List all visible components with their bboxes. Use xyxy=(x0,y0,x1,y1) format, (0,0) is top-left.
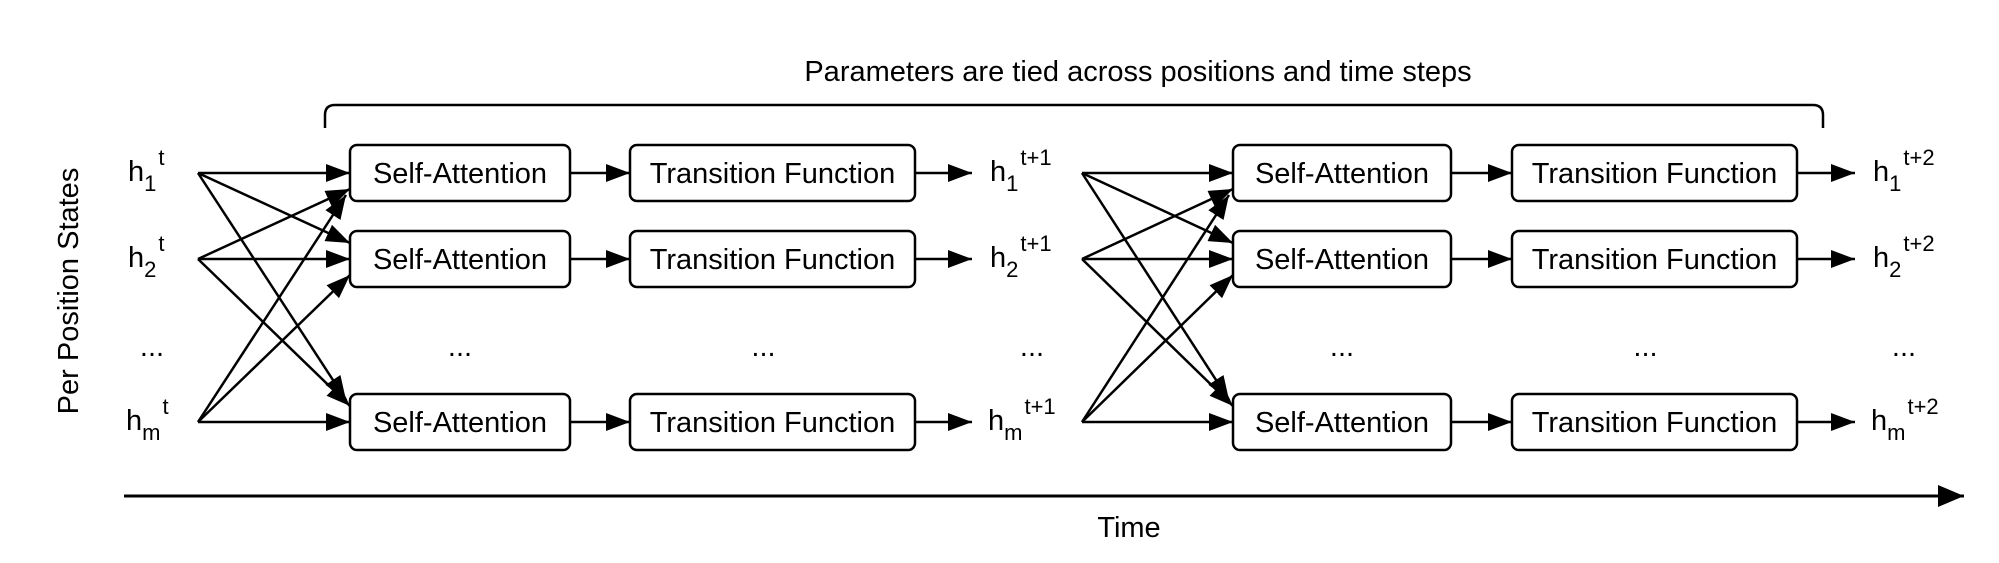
transition-function-label: Transition Function xyxy=(1532,407,1778,439)
self-attention-label: Self-Attention xyxy=(373,158,547,190)
state-base: h xyxy=(988,405,1004,437)
state-base: h xyxy=(126,405,142,437)
state-superscript: t+2 xyxy=(1903,231,1934,256)
universal-transformer-diagram: Parameters are tied across positions and… xyxy=(53,56,1964,544)
self-attention-label: Self-Attention xyxy=(1255,407,1429,439)
self-attention-block: Self-Attention xyxy=(348,229,572,289)
state-hm-tplus1: hmt+1 xyxy=(988,394,1056,445)
state-label: h1t xyxy=(128,145,165,196)
attention-edge-r3-to-r2 xyxy=(197,274,351,423)
x-axis-label: Time xyxy=(1097,512,1160,544)
attention-edge-r2-to-r3 xyxy=(197,258,351,407)
state-superscript: t+1 xyxy=(1020,231,1051,256)
state-superscript: t+2 xyxy=(1907,394,1938,419)
state-subscript: 2 xyxy=(1889,257,1901,282)
state-ellipsis: ... xyxy=(1892,331,1916,363)
state-base: h xyxy=(1871,405,1887,437)
state-hm-tplus2: hmt+2 xyxy=(1871,394,1939,445)
attention-edge-r3-to-r1 xyxy=(196,194,348,423)
state-superscript: t xyxy=(158,145,164,170)
self-attention-block: Self-Attention xyxy=(348,392,572,452)
state-label: h2t xyxy=(128,231,165,282)
self-attention-label: Self-Attention xyxy=(1255,244,1429,276)
state-base: h xyxy=(128,156,144,188)
state-superscript: t xyxy=(158,231,164,256)
state-subscript: m xyxy=(142,420,160,445)
state-h1-tplus1: h1t+1 xyxy=(990,145,1052,196)
transition-function-block: Transition Function xyxy=(1510,392,1799,452)
self-attention-block: Self-Attention xyxy=(1231,392,1453,452)
transition-function-block: Transition Function xyxy=(628,392,917,452)
state-subscript: 1 xyxy=(1006,171,1018,196)
transition-function-block: Transition Function xyxy=(628,229,917,289)
transition-function-block: Transition Function xyxy=(1510,229,1799,289)
attention-edge-r3-to-r2 xyxy=(1081,274,1234,423)
transition-function-block: Transition Function xyxy=(628,143,917,203)
diagram-title: Parameters are tied across positions and… xyxy=(804,56,1471,88)
self-attention-block: Self-Attention xyxy=(348,143,572,203)
state-label: h1t+2 xyxy=(1873,145,1935,196)
attention-edge-r3-to-r1 xyxy=(1080,194,1231,423)
transition-ellipsis: ... xyxy=(1633,331,1657,363)
transition-function-label: Transition Function xyxy=(650,158,896,190)
state-ellipsis: ... xyxy=(140,331,164,363)
state-label: h2t+2 xyxy=(1873,231,1935,282)
state-superscript: t+1 xyxy=(1024,394,1055,419)
transition-function-label: Transition Function xyxy=(1532,244,1778,276)
state-label: hmt+1 xyxy=(988,394,1056,445)
state-base: h xyxy=(1873,242,1889,274)
transition-function-label: Transition Function xyxy=(650,244,896,276)
transition-function-block: Transition Function xyxy=(1510,143,1799,203)
blocks-layer: Self-Attention Transition Function Self-At… xyxy=(348,143,1799,452)
parameter-tying-bracket xyxy=(323,103,1825,128)
state-h1-t: h1t xyxy=(128,145,165,196)
stage-step-1: Self-Attention Transition Function Self-At… xyxy=(348,143,917,452)
state-base: h xyxy=(1873,156,1889,188)
state-h2-tplus1: h2t+1 xyxy=(990,231,1052,282)
state-subscript: 1 xyxy=(1889,171,1901,196)
state-base: h xyxy=(128,242,144,274)
state-superscript: t+1 xyxy=(1020,145,1051,170)
state-ellipsis: ... xyxy=(1020,331,1044,363)
state-subscript: 2 xyxy=(144,257,156,282)
state-label: hmt xyxy=(126,394,169,445)
state-base: h xyxy=(990,242,1006,274)
state-subscript: 1 xyxy=(144,171,156,196)
stage-step-2: Self-Attention Transition Function Self-At… xyxy=(1231,143,1799,452)
self-attention-ellipsis: ... xyxy=(1330,331,1354,363)
state-h2-t: h2t xyxy=(128,231,165,282)
state-label: h1t+1 xyxy=(990,145,1052,196)
self-attention-block: Self-Attention xyxy=(1231,229,1453,289)
state-hm-t: hmt xyxy=(126,394,169,445)
state-label: h2t+1 xyxy=(990,231,1052,282)
edges-layer xyxy=(196,164,1855,431)
state-base: h xyxy=(990,156,1006,188)
transition-function-label: Transition Function xyxy=(650,407,896,439)
self-attention-label: Self-Attention xyxy=(1255,158,1429,190)
self-attention-ellipsis: ... xyxy=(448,331,472,363)
state-label: hmt+2 xyxy=(1871,394,1939,445)
transition-ellipsis: ... xyxy=(751,331,775,363)
self-attention-label: Self-Attention xyxy=(373,407,547,439)
self-attention-label: Self-Attention xyxy=(373,244,547,276)
attention-edge-r2-to-r3 xyxy=(1081,258,1234,407)
self-attention-block: Self-Attention xyxy=(1231,143,1453,203)
state-subscript: 2 xyxy=(1006,257,1018,282)
state-superscript: t xyxy=(162,394,168,419)
state-subscript: m xyxy=(1887,420,1905,445)
state-subscript: m xyxy=(1004,420,1022,445)
transition-function-label: Transition Function xyxy=(1532,158,1778,190)
state-h2-tplus2: h2t+2 xyxy=(1873,231,1935,282)
ellipsis-layer: ..................... xyxy=(140,331,1916,363)
state-superscript: t+2 xyxy=(1903,145,1934,170)
y-axis-label: Per Position States xyxy=(53,168,85,415)
state-h1-tplus2: h1t+2 xyxy=(1873,145,1935,196)
